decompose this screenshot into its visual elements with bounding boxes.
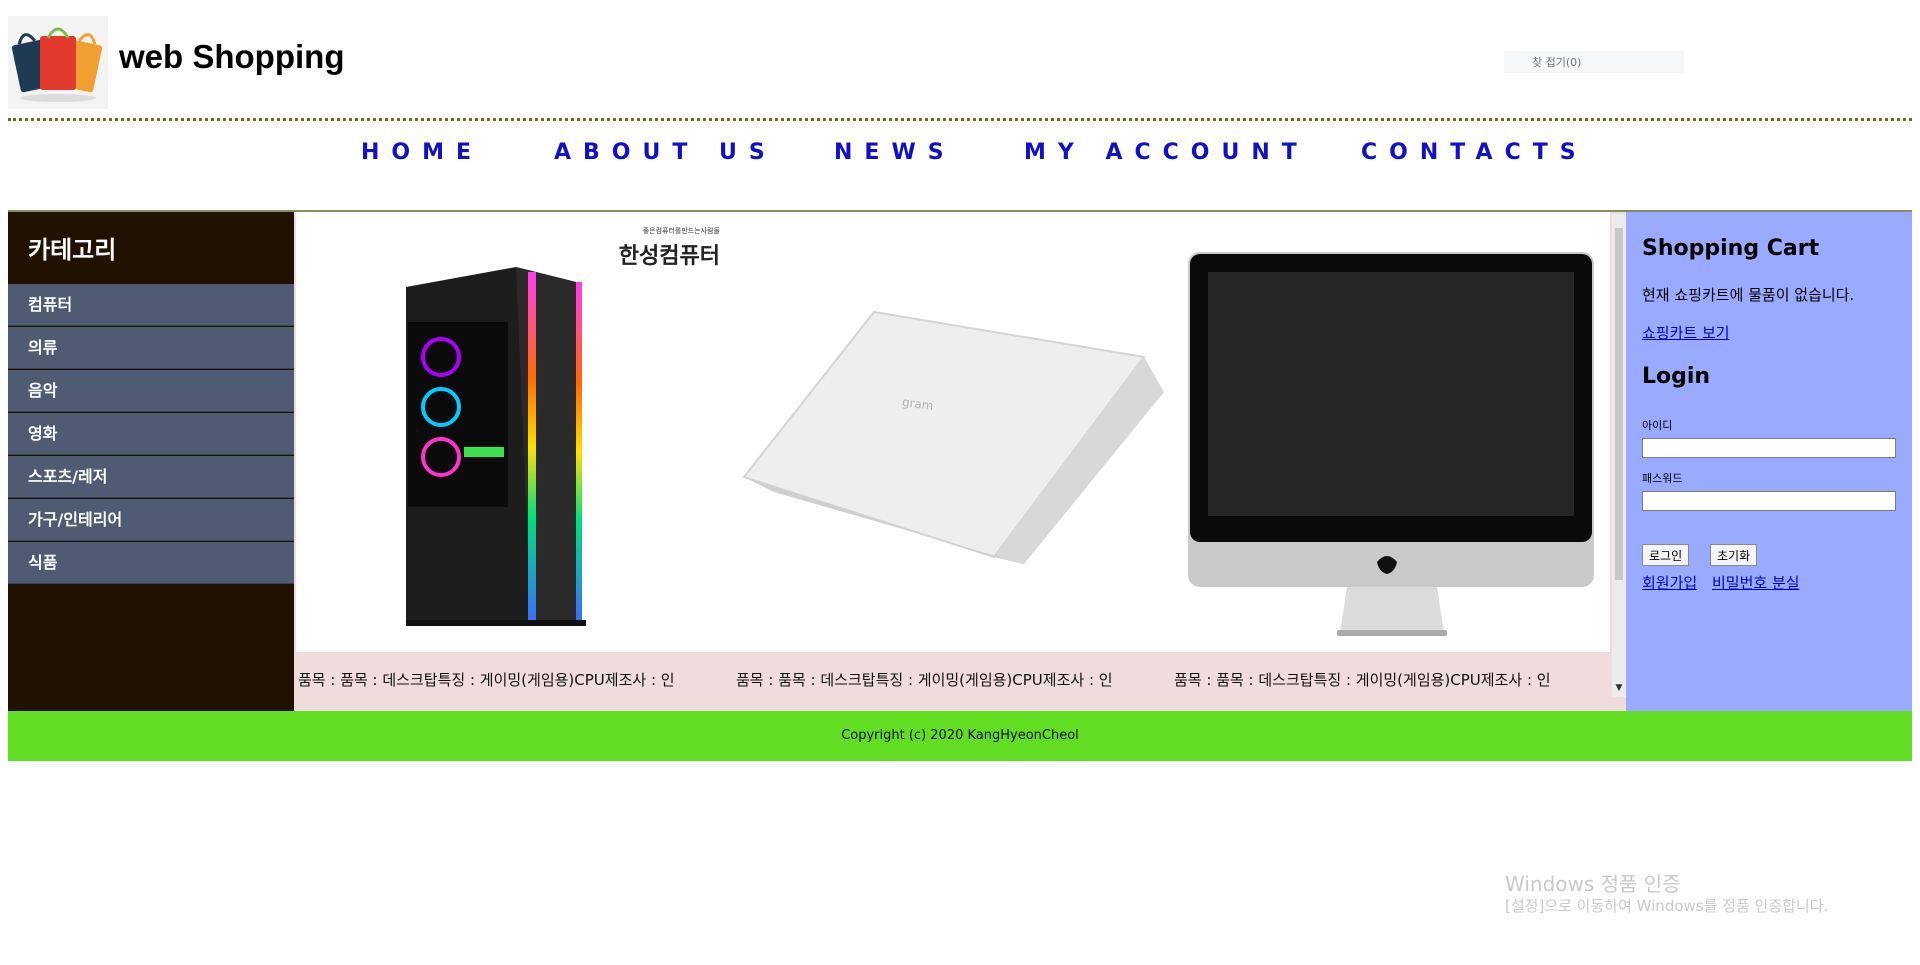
product-image-laptop[interactable]: gram: [734, 212, 1172, 652]
product-caption: 품목 : 품목 : 데스크탑특징 : 게이밍(게임용)CPU제조사 : 인: [734, 652, 1174, 697]
main-nav: HOME ABOUT US NEWS MY ACCOUNT CONTACTS: [0, 140, 1920, 170]
windows-activation-title: Windows 정품 인증: [1505, 872, 1681, 896]
product-card[interactable]: 좋은컴퓨터를만드는사람들 한성컴퓨터 품목: 품목: 데스크탑특징: 게이…: [296, 212, 736, 697]
category-item-furniture[interactable]: 가구/인테리어: [8, 499, 294, 541]
site-title: web Shopping: [119, 38, 345, 75]
product-caption: 품목 : 품목 : 데스크탑특징 : 게이밍(게임용)CPU제조사 : 인: [296, 652, 736, 697]
password-input[interactable]: [1642, 491, 1896, 511]
scrollbar-thumb[interactable]: [1615, 228, 1623, 580]
cart-login-panel: Shopping Cart 현재 쇼핑카트에 물품이 없습니다. 쇼핑카트 보기…: [1626, 212, 1912, 711]
nav-news[interactable]: NEWS: [834, 140, 956, 165]
category-item-food[interactable]: 식품: [8, 542, 294, 584]
login-button[interactable]: 로그인: [1642, 544, 1690, 566]
category-item-clothing[interactable]: 의류: [8, 327, 294, 369]
search-input[interactable]: [1504, 51, 1684, 73]
cart-title: Shopping Cart: [1642, 236, 1820, 261]
category-item-movies[interactable]: 영화: [8, 413, 294, 455]
password-label: 패스워드: [1642, 472, 1683, 485]
nav-contacts[interactable]: CONTACTS: [1361, 140, 1588, 165]
scroll-down-arrow-icon[interactable]: ▼: [1613, 683, 1625, 697]
product-image-imac[interactable]: [1172, 212, 1610, 652]
id-label: 아이디: [1642, 419, 1673, 432]
site-header: web Shopping: [8, 16, 1912, 120]
lost-password-link[interactable]: 비밀번호 분실: [1712, 572, 1800, 593]
header-divider: [8, 118, 1912, 121]
product-list: 좋은컴퓨터를만드는사람들 한성컴퓨터 품목: 품목: 데스크탑특징: 게이…: [294, 212, 1626, 711]
category-sidebar: 카테고리 컴퓨터 의류 음악 영화 스포츠/레저 가구/인테리어 식품: [8, 212, 294, 711]
login-title: Login: [1642, 364, 1711, 389]
product-scrollbar[interactable]: ▼: [1612, 214, 1626, 697]
site-footer: Copyright (c) 2020 KangHyeonCheol: [8, 711, 1912, 761]
category-item-sports[interactable]: 스포츠/레저: [8, 456, 294, 498]
id-input[interactable]: [1642, 438, 1896, 458]
nav-home[interactable]: HOME: [361, 140, 483, 165]
signup-link[interactable]: 회원가입: [1642, 572, 1697, 593]
category-item-computer[interactable]: 컴퓨터: [8, 284, 294, 326]
shopping-bags-logo-icon[interactable]: [8, 16, 108, 109]
product-card[interactable]: 품목 : 품목 : 데스크탑특징 : 게이밍(게임용)CPU제조사 : 인: [1172, 212, 1612, 697]
nav-about-us[interactable]: ABOUT US: [554, 140, 777, 165]
product-caption: 품목 : 품목 : 데스크탑특징 : 게이밍(게임용)CPU제조사 : 인: [1172, 652, 1612, 697]
view-cart-link[interactable]: 쇼핑카트 보기: [1642, 322, 1730, 343]
product-image-desktop[interactable]: 좋은컴퓨터를만드는사람들 한성컴퓨터: [296, 212, 734, 652]
reset-button[interactable]: 초기화: [1710, 544, 1758, 566]
copyright-text: Copyright (c) 2020 KangHyeonCheol: [841, 728, 1079, 743]
category-item-music[interactable]: 음악: [8, 370, 294, 412]
nav-my-account[interactable]: MY ACCOUNT: [1024, 140, 1309, 165]
cart-empty-text: 현재 쇼핑카트에 물품이 없습니다.: [1642, 286, 1855, 304]
product-card[interactable]: gram 품목 : 품목 : 데스크탑특징 : 게이밍(게임용)CPU제조사 :…: [734, 212, 1174, 697]
windows-activation-text: [설정]으로 이동하여 Windows를 정품 인증합니다.: [1505, 897, 1829, 915]
category-title: 카테고리: [28, 236, 117, 264]
